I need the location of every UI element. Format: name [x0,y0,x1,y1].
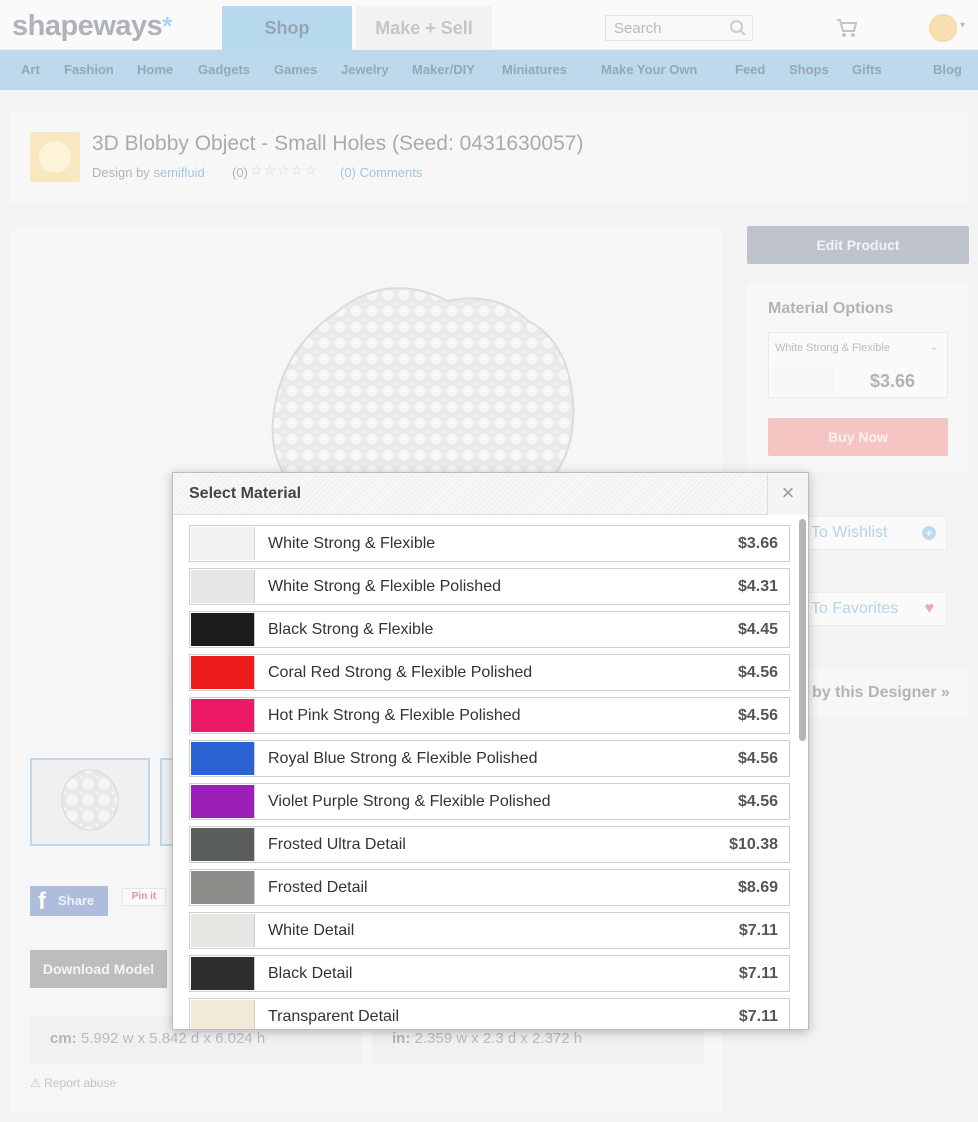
material-option[interactable]: White Strong & Flexible $3.66 [189,525,790,562]
material-option[interactable]: Coral Red Strong & Flexible Polished $4.5… [189,654,790,691]
material-name: Hot Pink Strong & Flexible Polished [268,707,521,724]
material-name: White Strong & Flexible Polished [268,578,501,595]
material-price: $4.45 [737,621,778,638]
material-option[interactable]: Royal Blue Strong & Flexible Polished $4.… [189,740,790,777]
material-price: $4.31 [737,578,778,595]
material-swatch [191,742,255,775]
material-option[interactable]: Frosted Ultra Detail $10.38 [189,826,790,863]
material-swatch [191,871,255,904]
material-price: $4.56 [737,793,778,810]
material-price: $7.11 [738,1008,778,1025]
material-swatch [191,699,255,732]
select-material-modal: Select Material × White Strong & Flexibl… [172,472,809,1030]
material-name: White Detail [268,922,355,939]
material-name: Frosted Detail [268,879,368,896]
material-price: $7.11 [738,922,778,939]
material-swatch [191,1000,255,1029]
material-name: Black Strong & Flexible [268,621,434,638]
material-swatch [191,914,255,947]
material-option[interactable]: Transparent Detail $7.11 [189,998,790,1029]
material-option[interactable]: White Detail $7.11 [189,912,790,949]
material-name: Coral Red Strong & Flexible Polished [268,664,533,681]
close-icon[interactable]: × [767,473,808,515]
material-swatch [191,785,255,818]
material-price: $4.56 [737,707,778,724]
material-option[interactable]: Black Strong & Flexible $4.45 [189,611,790,648]
material-name: Royal Blue Strong & Flexible Polished [268,750,538,767]
material-option[interactable]: Black Detail $7.11 [189,955,790,992]
material-price: $4.56 [737,750,778,767]
material-name: Frosted Ultra Detail [268,836,406,853]
material-price: $7.11 [738,965,778,982]
material-swatch [191,527,255,560]
material-name: Violet Purple Strong & Flexible Polished [268,793,551,810]
material-name: Black Detail [268,965,353,982]
material-price: $3.66 [737,535,778,552]
material-option[interactable]: Frosted Detail $8.69 [189,869,790,906]
material-price: $4.56 [737,664,778,681]
scrollbar-thumb[interactable] [799,519,806,741]
modal-scrollbar[interactable] [797,515,808,1029]
material-swatch [191,828,255,861]
material-swatch [191,957,255,990]
material-option[interactable]: Hot Pink Strong & Flexible Polished $4.56 [189,697,790,734]
material-swatch [191,656,255,689]
material-option[interactable]: Violet Purple Strong & Flexible Polished… [189,783,790,820]
material-price: $8.69 [737,879,778,896]
modal-header: Select Material × [173,473,808,515]
material-name: White Strong & Flexible [268,535,436,552]
material-swatch [191,570,255,603]
material-option[interactable]: White Strong & Flexible Polished $4.31 [189,568,790,605]
material-swatch [191,613,255,646]
material-price: $10.38 [729,836,778,853]
modal-title: Select Material [189,485,302,502]
material-name: Transparent Detail [268,1008,400,1025]
